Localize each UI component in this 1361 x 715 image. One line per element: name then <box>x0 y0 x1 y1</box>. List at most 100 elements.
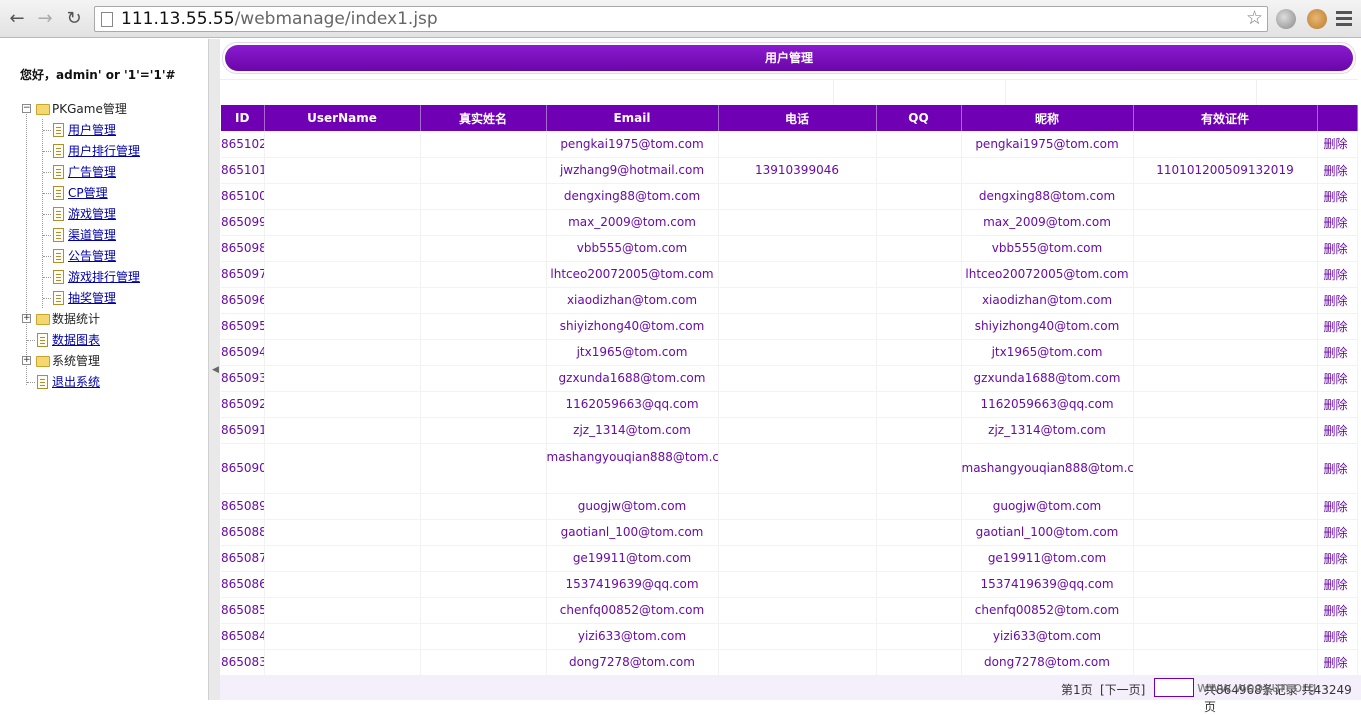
delete-link[interactable]: 删除 <box>1317 131 1358 158</box>
column-header-action <box>1317 105 1358 131</box>
delete-link[interactable]: 删除 <box>1317 443 1358 494</box>
cell-nickname: gaotianl_100@tom.com <box>961 519 1134 546</box>
cell-nickname: gzxunda1688@tom.com <box>961 365 1134 392</box>
delete-link[interactable]: 删除 <box>1317 287 1358 314</box>
forward-arrow-icon[interactable]: → <box>34 8 56 30</box>
delete-link[interactable]: 删除 <box>1317 209 1358 236</box>
tree-node-system[interactable]: + 系统管理 <box>22 351 208 372</box>
column-header-qq[interactable]: QQ <box>876 105 962 131</box>
cell-email: lhtceo20072005@tom.com <box>546 261 719 288</box>
delete-link[interactable]: 删除 <box>1317 623 1358 650</box>
tree-node-label[interactable]: 数据图表 <box>52 330 100 351</box>
tree-item-users[interactable]: 用户管理 <box>22 120 208 141</box>
cell-phone <box>718 391 877 418</box>
delete-link[interactable]: 删除 <box>1317 391 1358 418</box>
delete-link[interactable]: 删除 <box>1317 157 1358 184</box>
tree-item-ads[interactable]: 广告管理 <box>22 162 208 183</box>
cell-qq <box>876 183 962 210</box>
delete-link[interactable]: 删除 <box>1317 365 1358 392</box>
tree-item-games[interactable]: 游戏管理 <box>22 204 208 225</box>
tree-item-label[interactable]: 公告管理 <box>68 246 116 267</box>
tree-item-label[interactable]: 用户排行管理 <box>68 141 140 162</box>
cell-nickname: 1537419639@qq.com <box>961 571 1134 598</box>
column-header-nickname[interactable]: 昵称 <box>961 105 1134 131</box>
expand-icon[interactable]: + <box>22 356 31 365</box>
column-header-realname[interactable]: 真实姓名 <box>420 105 547 131</box>
table-row: 865090 mashangyouqian888@tom.com mashangyo… <box>221 443 1358 494</box>
cell-email: mashangyouqian888@tom.com <box>546 443 719 494</box>
collapse-icon[interactable]: − <box>22 104 31 113</box>
next-page-link[interactable]: [下一页] <box>1100 681 1145 698</box>
tree-item-label[interactable]: 用户管理 <box>68 120 116 141</box>
column-header-certificate[interactable]: 有效证件 <box>1133 105 1318 131</box>
cell-realname <box>420 235 547 262</box>
cell-qq <box>876 287 962 314</box>
filter-row <box>220 79 1358 106</box>
delete-link[interactable]: 删除 <box>1317 571 1358 598</box>
table-row: 865097 lhtceo20072005@tom.com lhtceo200720… <box>221 261 1358 288</box>
delete-link[interactable]: 删除 <box>1317 493 1358 520</box>
delete-link[interactable]: 删除 <box>1317 183 1358 210</box>
table-row: 865102 pengkai1975@tom.com pengkai1975@tom… <box>221 131 1358 158</box>
column-header-id[interactable]: ID <box>221 105 265 131</box>
pagination-bar: 第1页 [下一页] 共864968条记录 共43249页 <box>220 675 1361 714</box>
cookie-extension-icon[interactable] <box>1307 9 1327 29</box>
url-path: /webmanage/index1.jsp <box>234 9 438 29</box>
reload-icon[interactable]: ↻ <box>63 8 85 30</box>
collapse-left-icon[interactable]: ◀ <box>212 365 219 375</box>
tree-node-logout[interactable]: 退出系统 <box>22 372 208 393</box>
tree-node-charts[interactable]: 数据图表 <box>22 330 208 351</box>
tree-item-label[interactable]: 游戏排行管理 <box>68 267 140 288</box>
page-title: 用户管理 <box>225 45 1353 71</box>
cell-qq <box>876 519 962 546</box>
cell-qq <box>876 313 962 340</box>
page-icon <box>101 12 113 27</box>
tree-node-statistics[interactable]: + 数据统计 <box>22 309 208 330</box>
tree-item-label[interactable]: 游戏管理 <box>68 204 116 225</box>
bookmark-star-icon[interactable]: ☆ <box>1246 7 1263 29</box>
tree-item-label[interactable]: 广告管理 <box>68 162 116 183</box>
delete-link[interactable]: 删除 <box>1317 597 1358 624</box>
tree-node-label[interactable]: 退出系统 <box>52 372 100 393</box>
globe-extension-icon[interactable] <box>1276 9 1296 29</box>
tree-item-lottery[interactable]: 抽奖管理 <box>22 288 208 309</box>
delete-link[interactable]: 删除 <box>1317 519 1358 546</box>
cell-qq <box>876 391 962 418</box>
cell-id: 865088 <box>221 519 265 546</box>
tree-item-user-ranking[interactable]: 用户排行管理 <box>22 141 208 162</box>
delete-link[interactable]: 删除 <box>1317 545 1358 572</box>
column-header-email[interactable]: Email <box>546 105 719 131</box>
tree-item-label[interactable]: 抽奖管理 <box>68 288 116 309</box>
tree-item-label[interactable]: 渠道管理 <box>68 225 116 246</box>
cell-phone <box>718 235 877 262</box>
folder-icon <box>36 314 50 325</box>
folder-open-icon <box>36 104 50 115</box>
panel-splitter[interactable]: ◀ <box>208 39 220 700</box>
tree-item-notices[interactable]: 公告管理 <box>22 246 208 267</box>
cell-phone <box>718 623 877 650</box>
tree-root-pkgame[interactable]: − PKGame管理 <box>22 99 208 120</box>
cell-certificate <box>1133 519 1318 546</box>
tree-item-label[interactable]: CP管理 <box>68 183 108 204</box>
cell-certificate <box>1133 443 1318 494</box>
delete-link[interactable]: 删除 <box>1317 235 1358 262</box>
tree-item-game-ranking[interactable]: 游戏排行管理 <box>22 267 208 288</box>
delete-link[interactable]: 删除 <box>1317 313 1358 340</box>
delete-link[interactable]: 删除 <box>1317 417 1358 444</box>
tree-item-channels[interactable]: 渠道管理 <box>22 225 208 246</box>
back-arrow-icon[interactable]: ← <box>6 8 28 30</box>
expand-icon[interactable]: + <box>22 314 31 323</box>
cell-realname <box>420 339 547 366</box>
address-bar[interactable]: 111.13.55.55/webmanage/index1.jsp ☆ <box>94 6 1268 32</box>
browser-menu-icon[interactable] <box>1336 11 1352 29</box>
column-header-username[interactable]: UserName <box>264 105 421 131</box>
column-header-phone[interactable]: 电话 <box>718 105 877 131</box>
page-jump-input[interactable] <box>1154 678 1194 697</box>
cell-id: 865090 <box>221 443 265 494</box>
tree-item-cp[interactable]: CP管理 <box>22 183 208 204</box>
url-text[interactable]: 111.13.55.55/webmanage/index1.jsp <box>121 9 438 29</box>
delete-link[interactable]: 删除 <box>1317 261 1358 288</box>
delete-link[interactable]: 删除 <box>1317 649 1358 676</box>
delete-link[interactable]: 删除 <box>1317 339 1358 366</box>
cell-nickname <box>961 157 1134 184</box>
